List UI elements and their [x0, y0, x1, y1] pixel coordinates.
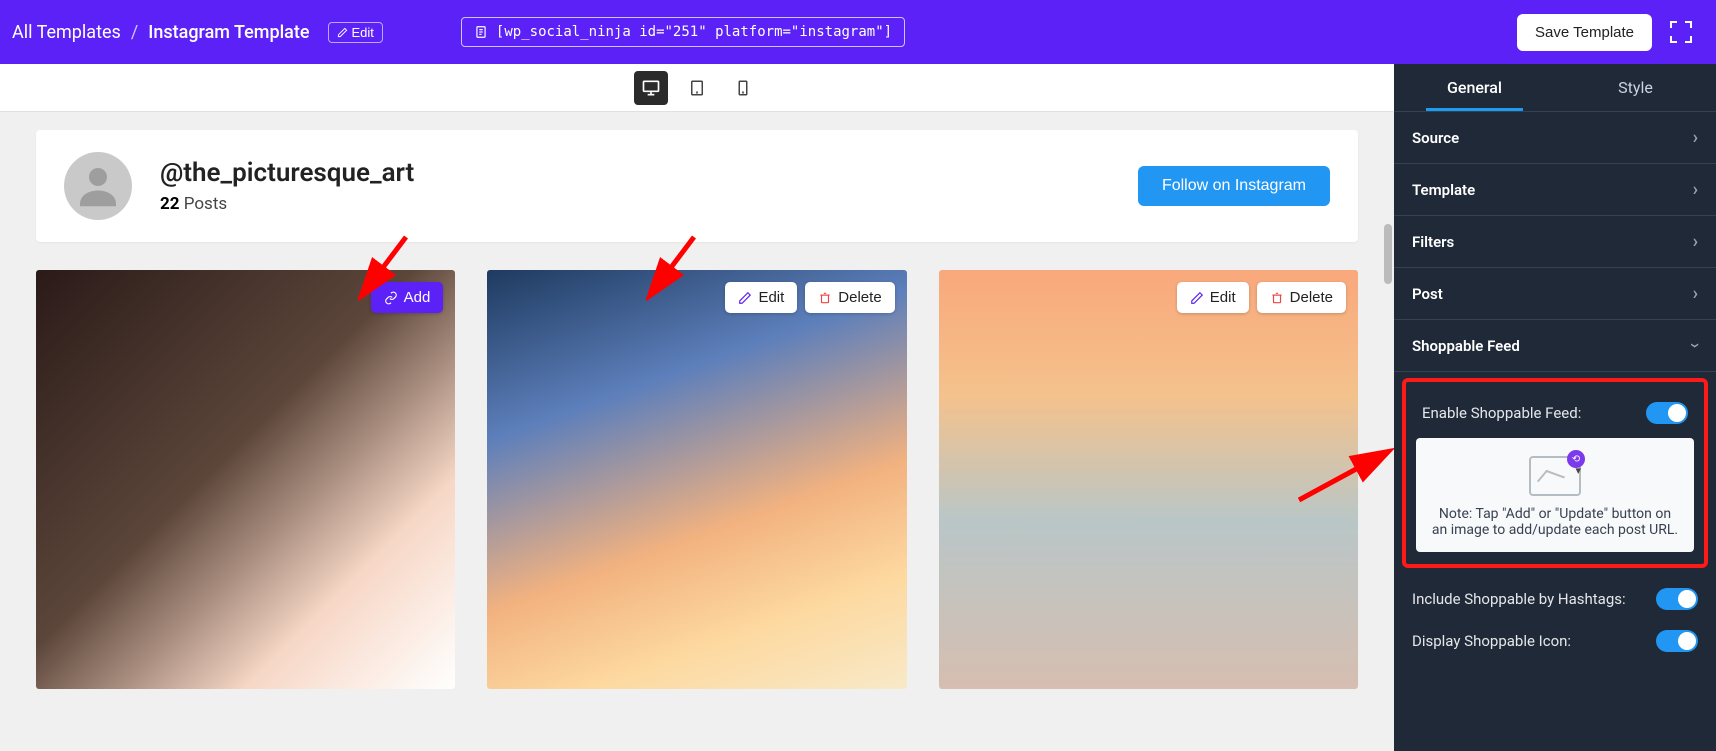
settings-sidebar: General Style Source› Template› Filters›…	[1394, 64, 1716, 751]
breadcrumb-current: Instagram Template	[148, 22, 309, 43]
document-icon	[474, 25, 488, 39]
edit-name-button[interactable]: Edit	[328, 22, 383, 43]
fullscreen-icon[interactable]	[1670, 21, 1692, 43]
section-template[interactable]: Template›	[1394, 164, 1716, 216]
post-count: 22 Posts	[160, 194, 414, 214]
profile-header: @the_picturesque_art 22 Posts Follow on …	[36, 130, 1358, 242]
post-card[interactable]: Edit Delete	[939, 270, 1358, 689]
edit-button[interactable]: Edit	[725, 282, 797, 313]
post-card[interactable]: Edit Delete	[487, 270, 906, 689]
enable-shoppable-toggle[interactable]	[1646, 402, 1688, 424]
link-icon	[384, 291, 398, 305]
pencil-icon	[738, 291, 752, 305]
section-filters[interactable]: Filters›	[1394, 216, 1716, 268]
post-image	[36, 270, 455, 689]
section-post[interactable]: Post›	[1394, 268, 1716, 320]
tab-general[interactable]: General	[1394, 64, 1555, 111]
avatar	[64, 152, 132, 220]
section-shoppable-feed[interactable]: Shoppable Feed›	[1394, 320, 1716, 372]
save-template-button[interactable]: Save Template	[1517, 14, 1652, 51]
include-hashtags-label: Include Shoppable by Hashtags:	[1412, 590, 1626, 608]
include-hashtags-toggle[interactable]	[1656, 588, 1698, 610]
scrollbar[interactable]	[1384, 224, 1392, 284]
chevron-right-icon: ›	[1693, 283, 1698, 304]
device-tablet-button[interactable]	[680, 71, 714, 105]
breadcrumb-parent[interactable]: All Templates	[12, 22, 121, 43]
display-icon-toggle[interactable]	[1656, 630, 1698, 652]
device-desktop-button[interactable]	[634, 71, 668, 105]
delete-button[interactable]: Delete	[1257, 282, 1346, 313]
trash-icon	[1270, 291, 1284, 305]
shoppable-note-card: ⟲ ▾ Note: Tap "Add" or "Update" button o…	[1416, 438, 1694, 552]
breadcrumb-separator: /	[131, 22, 138, 43]
cursor-icon: ▾	[1575, 464, 1581, 477]
post-image	[487, 270, 906, 689]
post-card[interactable]: Add	[36, 270, 455, 689]
pencil-icon	[1190, 291, 1204, 305]
profile-handle: @the_picturesque_art	[160, 158, 414, 188]
add-button[interactable]: Add	[371, 282, 444, 313]
chevron-right-icon: ›	[1693, 231, 1698, 252]
breadcrumb: All Templates / Instagram Template Edit	[12, 22, 383, 43]
delete-button[interactable]: Delete	[805, 282, 894, 313]
display-icon-label: Display Shoppable Icon:	[1412, 632, 1571, 650]
device-mobile-button[interactable]	[726, 71, 760, 105]
edit-button[interactable]: Edit	[1177, 282, 1249, 313]
post-image	[939, 270, 1358, 689]
image-placeholder-icon: ⟲ ▾	[1529, 456, 1581, 496]
chevron-down-icon: ›	[1685, 343, 1706, 348]
shortcode-display[interactable]: [wp_social_ninja id="251" platform="inst…	[461, 17, 905, 47]
enable-shoppable-label: Enable Shoppable Feed:	[1422, 404, 1581, 422]
section-source[interactable]: Source›	[1394, 112, 1716, 164]
tab-style[interactable]: Style	[1555, 64, 1716, 111]
trash-icon	[818, 291, 832, 305]
follow-button[interactable]: Follow on Instagram	[1138, 166, 1330, 206]
highlighted-annotation: Enable Shoppable Feed: ⟲ ▾ Note: Tap "Ad…	[1402, 378, 1708, 568]
chevron-right-icon: ›	[1693, 179, 1698, 200]
chevron-right-icon: ›	[1693, 127, 1698, 148]
